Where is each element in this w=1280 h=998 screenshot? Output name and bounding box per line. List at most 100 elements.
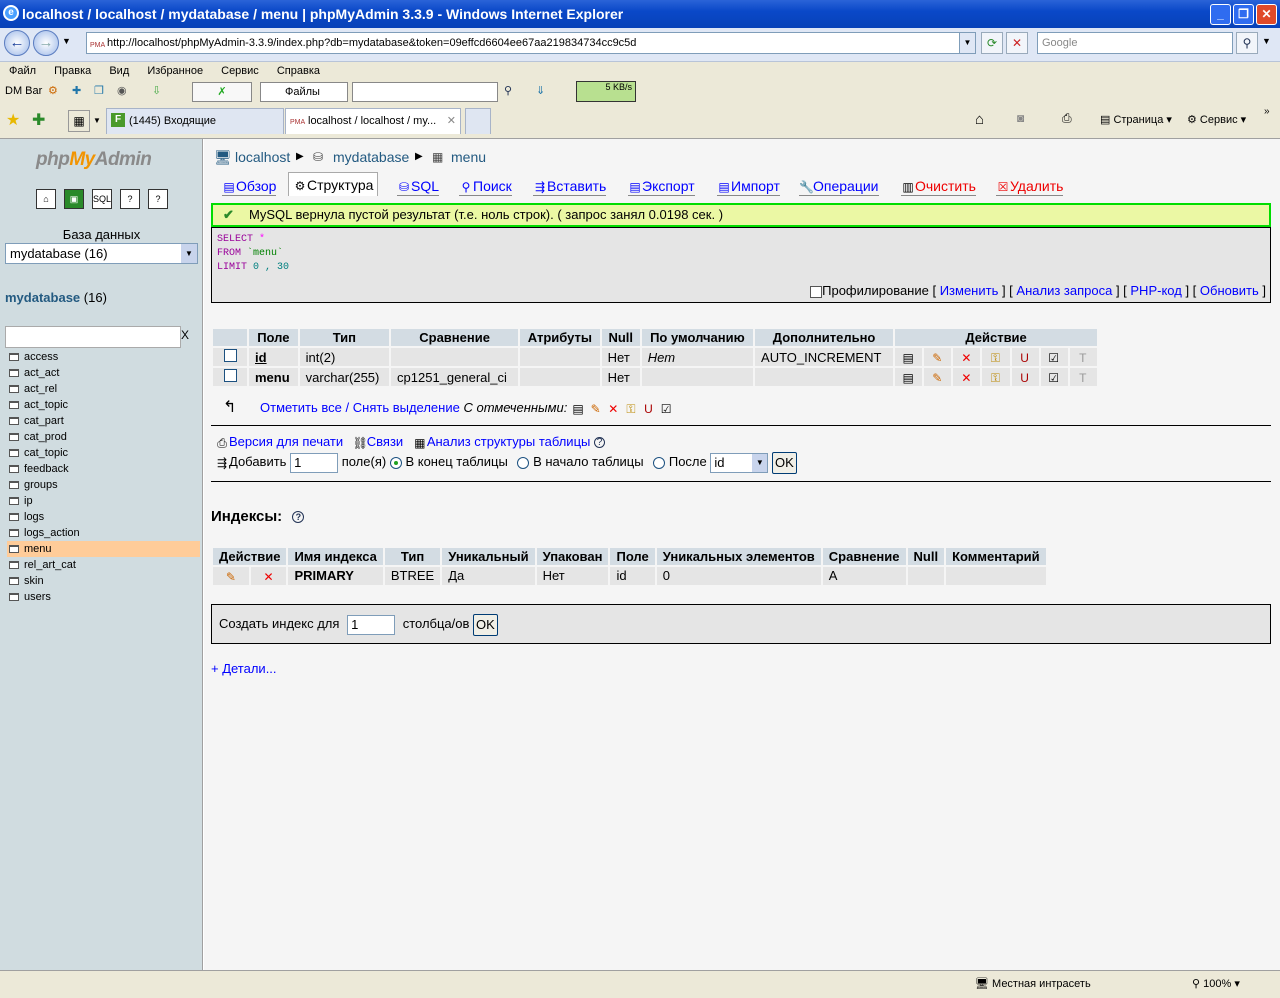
- sidebar-item-cat-prod[interactable]: cat_prod: [7, 429, 200, 445]
- row-checkbox[interactable]: [223, 349, 237, 362]
- minimize-button[interactable]: _: [1210, 4, 1231, 25]
- menu-tools[interactable]: Сервис: [221, 65, 259, 77]
- docs-icon[interactable]: ?: [120, 189, 140, 209]
- close-tab-icon[interactable]: ✕: [447, 109, 456, 133]
- index-icon[interactable]: ☑: [1047, 351, 1061, 365]
- tab-search[interactable]: ⚲ Поиск: [459, 176, 512, 196]
- browse-icon[interactable]: ▤: [901, 351, 915, 365]
- delete-icon[interactable]: ✕: [262, 570, 276, 584]
- tab-phpmyadmin[interactable]: PMA localhost / localhost / my... ✕: [285, 108, 461, 134]
- sidebar-item-cat-topic[interactable]: cat_topic: [7, 445, 200, 461]
- tab-export[interactable]: ▤Экспорт: [628, 176, 695, 196]
- zoom-control[interactable]: ⚲ 100% ▾: [1192, 971, 1240, 997]
- unique-icon[interactable]: U: [1018, 351, 1032, 365]
- tab-empty[interactable]: ▥Очистить: [901, 176, 976, 196]
- browse-icon[interactable]: ▤: [571, 402, 585, 416]
- menu-help[interactable]: Справка: [277, 65, 320, 77]
- quick-tabs-icon[interactable]: ▦: [68, 110, 90, 132]
- page-menu[interactable]: ▤ Страница ▾: [1100, 113, 1172, 126]
- address-dropdown-icon[interactable]: ▼: [959, 33, 975, 53]
- table-icon[interactable]: [9, 593, 19, 601]
- db-select[interactable]: mydatabase (16) ▼: [5, 243, 198, 264]
- dm-globe-icon[interactable]: ◉: [117, 80, 127, 102]
- at-end-radio[interactable]: [389, 456, 402, 469]
- tab-drop[interactable]: ☒ Удалить: [996, 176, 1064, 196]
- sidebar-item-rel-art-cat[interactable]: rel_art_cat: [7, 557, 200, 573]
- add-field-count-input[interactable]: 1: [290, 452, 339, 473]
- help-icon[interactable]: ?: [594, 437, 605, 449]
- tab-import[interactable]: ▤Импорт: [717, 176, 780, 196]
- tab-browse[interactable]: ▤Обзор: [222, 176, 277, 196]
- explain-query-link[interactable]: Анализ запроса: [1016, 283, 1112, 298]
- fulltext-icon[interactable]: T: [1076, 371, 1090, 385]
- table-icon[interactable]: [9, 401, 19, 409]
- filter-clear-button[interactable]: X: [181, 328, 189, 342]
- tab-insert[interactable]: ⇶ Вставить: [533, 176, 607, 196]
- tab-list-icon[interactable]: ▼: [93, 116, 101, 125]
- sidebar-item-act-rel[interactable]: act_rel: [7, 381, 200, 397]
- feeds-icon[interactable]: ◙: [1017, 111, 1024, 125]
- print-view-link[interactable]: Версия для печати: [229, 434, 343, 449]
- table-icon[interactable]: [9, 481, 19, 489]
- dm-combo-input[interactable]: [352, 82, 498, 102]
- address-input[interactable]: PMA http://localhost/phpMyAdmin-3.3.9/in…: [86, 32, 976, 54]
- breadcrumb-server[interactable]: localhost: [235, 149, 290, 165]
- search-options-icon[interactable]: ▼: [1262, 36, 1271, 46]
- table-icon[interactable]: [9, 529, 19, 537]
- edit-icon[interactable]: ✎: [930, 371, 944, 385]
- add-field-ok-button[interactable]: OK: [771, 451, 797, 474]
- home-icon[interactable]: ⌂: [975, 111, 984, 128]
- chevron-more-icon[interactable]: »: [1264, 106, 1270, 117]
- create-index-ok-button[interactable]: OK: [473, 613, 498, 636]
- primary-key-icon[interactable]: ⚿: [988, 371, 1002, 385]
- primary-key-icon[interactable]: ⚿: [624, 402, 638, 416]
- exit-icon[interactable]: ▣: [64, 189, 84, 209]
- delete-icon[interactable]: ✕: [606, 402, 620, 416]
- sidebar-item-skin[interactable]: skin: [7, 573, 200, 589]
- edit-icon[interactable]: ✎: [589, 402, 603, 416]
- create-index-count-input[interactable]: 1: [347, 614, 396, 635]
- sidebar-item-menu[interactable]: menu: [7, 541, 200, 557]
- refresh-link[interactable]: Обновить: [1200, 283, 1259, 298]
- dm-tool-icon[interactable]: ⚙: [48, 80, 58, 102]
- search-icon[interactable]: ⚲: [1236, 32, 1258, 54]
- unique-icon[interactable]: U: [642, 402, 656, 416]
- details-link[interactable]: + Детали...: [211, 661, 277, 676]
- fulltext-icon[interactable]: T: [1076, 351, 1090, 365]
- dm-copy-icon[interactable]: ❐: [94, 80, 104, 102]
- delete-icon[interactable]: ✕: [959, 371, 973, 385]
- dm-download-icon[interactable]: ⇩: [152, 80, 161, 102]
- tab-sql[interactable]: ⛁ SQL: [397, 176, 440, 196]
- breadcrumb-db[interactable]: mydatabase: [333, 149, 409, 165]
- at-start-radio[interactable]: [517, 456, 530, 469]
- sidebar-item-users[interactable]: users: [7, 589, 200, 605]
- table-icon[interactable]: [9, 497, 19, 505]
- phpmyadmin-logo[interactable]: phpMyAdmin: [36, 149, 152, 171]
- dm-switch-button[interactable]: ✗: [192, 82, 252, 102]
- tab-inbox[interactable]: F (1445) Входящие: [106, 108, 284, 134]
- unique-icon[interactable]: U: [1018, 371, 1032, 385]
- table-icon[interactable]: [9, 513, 19, 521]
- after-field-select[interactable]: id ▼: [710, 452, 769, 473]
- new-tab-button[interactable]: [465, 108, 491, 134]
- analyze-structure-link[interactable]: Анализ структуры таблицы: [427, 434, 591, 449]
- sidebar-item-ip[interactable]: ip: [7, 493, 200, 509]
- back-button[interactable]: ←: [4, 30, 30, 56]
- home-icon[interactable]: ⌂: [36, 189, 56, 209]
- table-icon[interactable]: [9, 545, 19, 553]
- favorites-star-icon[interactable]: ★: [6, 110, 20, 130]
- index-icon[interactable]: ☑: [1047, 371, 1061, 385]
- sidebar-item-feedback[interactable]: feedback: [7, 461, 200, 477]
- files-dropdown[interactable]: Файлы: [260, 82, 348, 102]
- table-icon[interactable]: [9, 465, 19, 473]
- relations-link[interactable]: Связи: [367, 434, 403, 449]
- check-all-link[interactable]: Отметить все: [260, 400, 342, 415]
- dm-arrow-icon[interactable]: ⇓: [536, 80, 545, 102]
- sidebar-item-act-topic[interactable]: act_topic: [7, 397, 200, 413]
- maximize-button[interactable]: ❐: [1233, 4, 1254, 25]
- profiling-checkbox[interactable]: [810, 285, 823, 298]
- after-radio[interactable]: [653, 456, 666, 469]
- delete-icon[interactable]: ✕: [959, 351, 973, 365]
- table-icon[interactable]: [9, 369, 19, 377]
- menu-view[interactable]: Вид: [109, 65, 129, 77]
